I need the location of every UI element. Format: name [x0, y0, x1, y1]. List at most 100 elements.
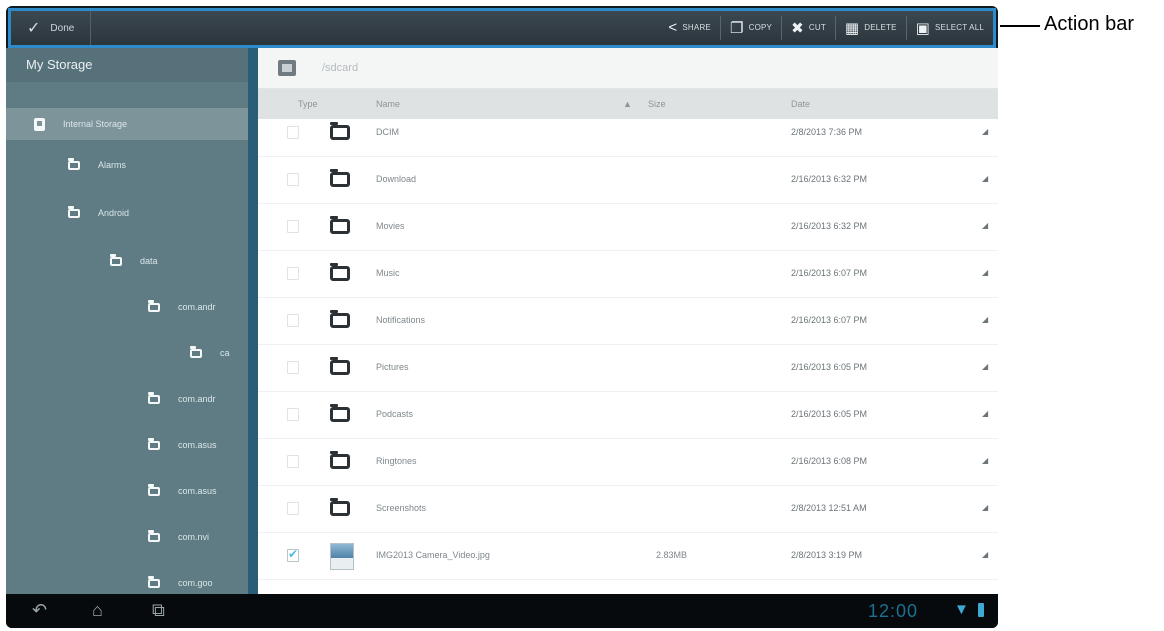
select-all-label: SELECT ALL: [935, 23, 984, 33]
back-icon[interactable]: ↶: [32, 600, 47, 621]
row-checkbox[interactable]: [287, 361, 299, 374]
file-name: Podcasts: [376, 409, 414, 419]
folder-icon: [330, 263, 350, 281]
callout-line: [1000, 25, 1040, 27]
file-date: 2/16/2013 6:32 PM: [791, 221, 868, 231]
file-row[interactable]: IMG2013 Camera_Video.jpg 2.83MB 2/8/2013…: [258, 532, 998, 580]
done-button[interactable]: ✓ Done: [11, 11, 92, 45]
sidebar-item-com-goo[interactable]: com.goo: [148, 568, 213, 594]
battery-icon: [978, 603, 984, 617]
folder-icon: [68, 157, 80, 170]
sidebar-item-label: ca: [220, 348, 230, 358]
file-name: Pictures: [376, 362, 409, 372]
sidebar-item-data[interactable]: data: [110, 246, 158, 276]
sidebar-item-ca[interactable]: ca: [190, 338, 230, 368]
tablet-screen: ✓ Done < SHARE ❐ COPY ✖ CUT ▦ DELETE ▣ S…: [6, 6, 998, 628]
row-corner-icon: ◢: [982, 409, 989, 418]
folder-icon: [190, 345, 202, 358]
row-checkbox[interactable]: [287, 502, 299, 515]
sidebar-title: My Storage: [6, 48, 248, 82]
row-corner-icon: ◢: [982, 174, 989, 183]
sidebar-item-com-andr[interactable]: com.andr: [148, 292, 216, 322]
file-row[interactable]: Screenshots 2/8/2013 12:51 AM ◢: [258, 485, 998, 533]
copy-button[interactable]: ❐ COPY: [719, 16, 781, 40]
row-checkbox[interactable]: [287, 220, 299, 233]
file-date: 2/8/2013 7:36 PM: [791, 127, 863, 137]
folder-icon: [68, 205, 80, 218]
file-date: 2/8/2013 12:51 AM: [791, 503, 867, 513]
folder-icon: [330, 122, 350, 140]
cut-icon: ✖: [791, 19, 804, 37]
select-all-icon: ▣: [915, 19, 930, 37]
recent-apps-icon[interactable]: ⧉: [152, 600, 165, 621]
file-name: IMG2013 Camera_Video.jpg: [376, 550, 490, 560]
sidebar-item-internal-storage[interactable]: Internal Storage: [6, 108, 248, 140]
delete-button[interactable]: ▦ DELETE: [834, 16, 906, 40]
copy-label: COPY: [748, 23, 773, 33]
file-row[interactable]: Music 2/16/2013 6:07 PM ◢: [258, 250, 998, 298]
row-checkbox[interactable]: [287, 173, 299, 186]
sidebar-item-com-asus[interactable]: com.asus: [148, 430, 217, 460]
sidebar-item-com-asus-2[interactable]: com.asus: [148, 476, 217, 506]
sidebar-item-label: com.asus: [178, 486, 217, 496]
row-checkbox-checked[interactable]: [287, 547, 299, 562]
folder-icon: [330, 357, 350, 375]
column-size[interactable]: Size: [648, 99, 666, 109]
column-name[interactable]: Name: [376, 99, 400, 109]
file-row[interactable]: Podcasts 2/16/2013 6:05 PM ◢: [258, 391, 998, 439]
cut-label: CUT: [808, 23, 826, 33]
folder-icon: [148, 391, 160, 404]
folder-icon: [148, 575, 160, 588]
row-checkbox[interactable]: [287, 408, 299, 421]
row-corner-icon: ◢: [982, 503, 989, 512]
row-checkbox[interactable]: [287, 126, 299, 139]
row-checkbox[interactable]: [287, 267, 299, 280]
folder-icon: [330, 498, 350, 516]
sidebar-item-com-nvi[interactable]: com.nvi: [148, 522, 209, 552]
share-button[interactable]: < SHARE: [659, 16, 720, 40]
select-all-button[interactable]: ▣ SELECT ALL: [905, 16, 993, 40]
row-corner-icon: ◢: [982, 127, 989, 136]
up-folder-icon[interactable]: [278, 60, 296, 76]
row-corner-icon: ◢: [982, 456, 989, 465]
file-name: Screenshots: [376, 503, 427, 513]
folder-icon: [330, 404, 350, 422]
file-row[interactable]: Download 2/16/2013 6:32 PM ◢: [258, 156, 998, 204]
path-bar: /sdcard: [258, 48, 998, 89]
file-row[interactable]: Movies 2/16/2013 6:32 PM ◢: [258, 203, 998, 251]
file-date: 2/16/2013 6:05 PM: [791, 409, 868, 419]
folder-icon: [330, 310, 350, 328]
column-date[interactable]: Date: [791, 99, 810, 109]
file-name: Ringtones: [376, 456, 417, 466]
done-label: Done: [50, 22, 75, 34]
folder-icon: [330, 216, 350, 234]
home-icon[interactable]: ⌂: [92, 600, 103, 621]
folder-icon: [330, 169, 350, 187]
file-row[interactable]: DCIM 2/8/2013 7:36 PM ◢: [258, 109, 998, 157]
file-date: 2/16/2013 6:08 PM: [791, 456, 868, 466]
cut-button[interactable]: ✖ CUT: [781, 16, 835, 40]
file-name: Notifications: [376, 315, 426, 325]
storage-icon: [34, 117, 45, 131]
file-row[interactable]: Ringtones 2/16/2013 6:08 PM ◢: [258, 438, 998, 486]
row-corner-icon: ◢: [982, 315, 989, 324]
row-corner-icon: ◢: [982, 221, 989, 230]
action-buttons: < SHARE ❐ COPY ✖ CUT ▦ DELETE ▣ SELECT A…: [659, 11, 993, 45]
delete-icon: ▦: [844, 19, 860, 37]
sidebar-item-android[interactable]: Android: [68, 198, 129, 228]
sidebar-item-com-andr-2[interactable]: com.andr: [148, 384, 216, 414]
sidebar-item-label: Internal Storage: [63, 119, 128, 129]
sidebar-item-alarms[interactable]: Alarms: [68, 150, 126, 180]
row-checkbox[interactable]: [287, 314, 299, 327]
folder-icon: [330, 451, 350, 469]
share-icon: <: [668, 19, 678, 37]
row-corner-icon: ◢: [982, 268, 989, 277]
action-bar: ✓ Done < SHARE ❐ COPY ✖ CUT ▦ DELETE ▣ S…: [8, 8, 996, 48]
row-checkbox[interactable]: [287, 455, 299, 468]
file-row[interactable]: Pictures 2/16/2013 6:05 PM ◢: [258, 344, 998, 392]
system-nav-bar: ↶ ⌂ ⧉ 12:00 ▼: [6, 594, 998, 628]
share-label: SHARE: [682, 23, 711, 33]
pane-divider[interactable]: [248, 48, 258, 594]
column-type[interactable]: Type: [298, 99, 318, 109]
file-row[interactable]: Notifications 2/16/2013 6:07 PM ◢: [258, 297, 998, 345]
